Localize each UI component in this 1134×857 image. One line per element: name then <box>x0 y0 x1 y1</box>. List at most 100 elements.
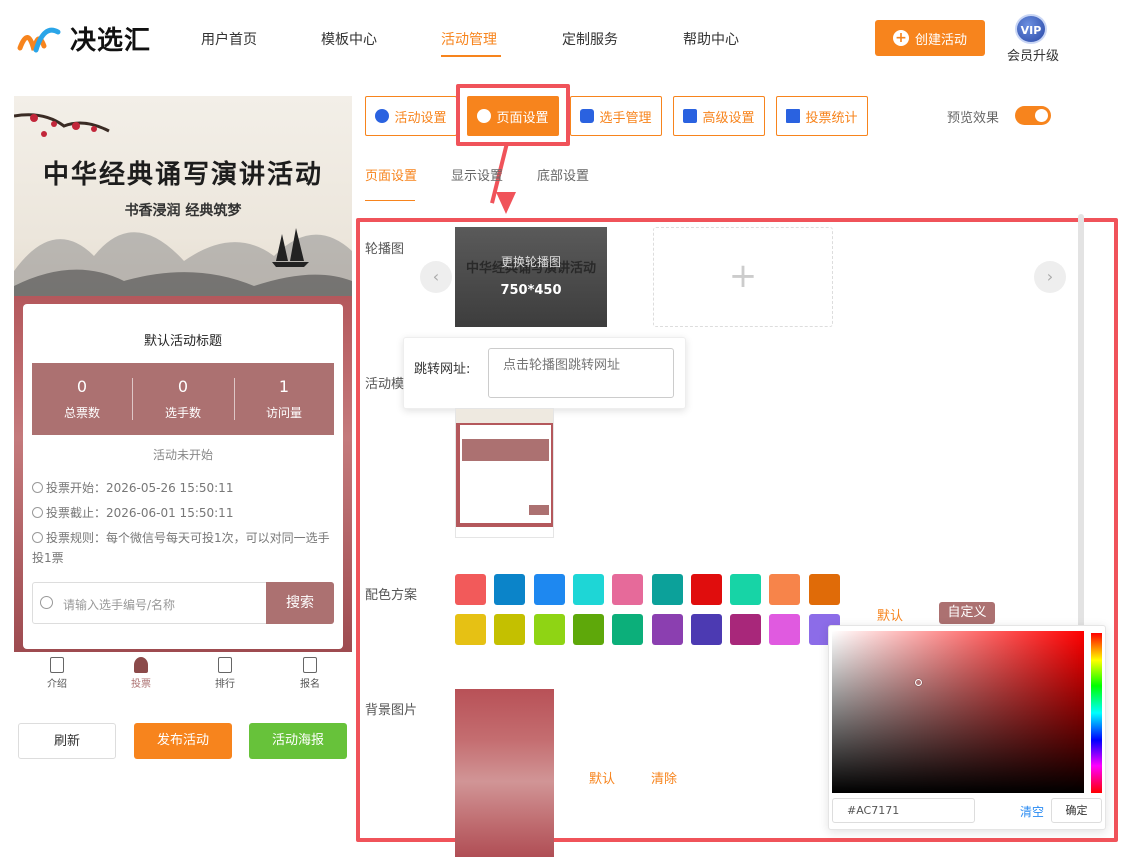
tabbar-signup[interactable]: 报名 <box>280 657 340 690</box>
activity-status: 活动未开始 <box>152 448 213 462</box>
color-swatch[interactable] <box>690 574 722 605</box>
carousel-label: 轮播图 <box>365 242 405 257</box>
bar-chart-icon <box>786 109 801 123</box>
tab-advanced[interactable]: 高级设置 <box>673 96 765 136</box>
poster-button[interactable]: 活动海报 <box>249 723 347 759</box>
thumb-stats <box>462 439 549 461</box>
color-swatch[interactable] <box>494 614 526 645</box>
saturation-value-area[interactable] <box>832 631 1084 793</box>
tab-players[interactable]: 选手管理 <box>570 96 662 136</box>
preview-toggle-label: 预览效果 <box>947 111 1000 126</box>
scrollbar[interactable] <box>1078 214 1084 644</box>
tab-vote-stats[interactable]: 投票统计 <box>776 96 868 136</box>
color-swatch[interactable] <box>651 614 683 645</box>
activity-title: 默认活动标题 <box>143 334 222 349</box>
trash-icon[interactable] <box>613 236 625 248</box>
preview-toggle[interactable] <box>1015 106 1051 125</box>
color-swatch[interactable] <box>769 614 801 645</box>
vote-end-row: 投票截止：2026-06-01 15:50:11 <box>32 503 332 523</box>
tabbar-intro[interactable]: 介绍 <box>27 657 87 690</box>
vip-icon[interactable]: VIP <box>1015 14 1047 44</box>
vip-upgrade-label[interactable]: 会员升级 <box>1007 45 1059 64</box>
logo-icon <box>17 27 61 53</box>
color-swatch[interactable] <box>769 574 801 605</box>
clock-icon <box>32 532 43 543</box>
carousel-prev-icon[interactable]: ‹ <box>420 261 452 293</box>
tab-activity-settings-label: 活动设置 <box>394 110 447 126</box>
nav-home[interactable]: 用户首页 <box>201 29 257 49</box>
color-swatch[interactable] <box>612 574 644 605</box>
vote-start: 投票开始：2026-05-26 15:50:11 <box>46 481 234 495</box>
preview-banner: 中华经典诵写演讲活动 书香浸润 经典筑梦 <box>14 96 352 296</box>
clock-icon <box>32 507 43 518</box>
banner-title: 中华经典诵写演讲活动 <box>42 160 323 190</box>
create-activity-button[interactable]: + 创建活动 <box>875 20 985 56</box>
carousel-size: 750*450 <box>500 283 562 298</box>
color-cursor[interactable] <box>915 679 922 686</box>
create-activity-label: 创建活动 <box>914 32 967 48</box>
subtab-page[interactable]: 页面设置 <box>365 165 417 184</box>
picker-ok-button[interactable]: 确定 <box>1051 798 1102 823</box>
nav-activity[interactable]: 活动管理 <box>441 29 497 49</box>
hex-color-input[interactable]: #AC7171 <box>832 798 975 823</box>
users-icon <box>580 109 595 123</box>
change-carousel-label[interactable]: 更换轮播图 <box>455 253 607 270</box>
subtab-footer[interactable]: 底部设置 <box>537 165 589 184</box>
tab-advanced-label: 高级设置 <box>702 110 755 126</box>
color-swatch[interactable] <box>572 574 604 605</box>
color-swatch[interactable] <box>533 614 565 645</box>
search-placeholder: 请输入选手编号/名称 <box>63 598 176 612</box>
bg-default-link[interactable]: 默认 <box>589 768 615 787</box>
nav-help[interactable]: 帮助中心 <box>683 29 739 49</box>
color-default-link[interactable]: 默认 <box>877 605 903 624</box>
bg-image-label: 背景图片 <box>365 703 418 718</box>
search-icon <box>40 596 53 609</box>
template-thumbnail[interactable] <box>455 408 554 538</box>
color-swatch[interactable] <box>808 574 840 605</box>
search-button[interactable]: 搜索 <box>266 582 334 624</box>
tabbar-vote[interactable]: 投票 <box>111 657 171 690</box>
color-swatch[interactable] <box>651 574 683 605</box>
carousel-image[interactable]: 中华经典诵写演讲活动 更换轮播图 750*450 <box>455 227 607 327</box>
tab-activity-settings[interactable]: 活动设置 <box>365 96 457 136</box>
tabbar-rank[interactable]: 排行 <box>195 657 255 690</box>
color-swatch[interactable] <box>533 574 565 605</box>
color-scheme-label: 配色方案 <box>365 588 418 603</box>
color-swatch[interactable] <box>455 574 486 605</box>
stat-players-value: 0 <box>177 377 189 396</box>
stats-panel <box>32 363 334 435</box>
color-swatch[interactable] <box>572 614 604 645</box>
picker-clear-button[interactable]: 清空 <box>1020 803 1044 820</box>
brand-name: 决选汇 <box>70 26 152 56</box>
nav-templates[interactable]: 模板中心 <box>321 29 377 49</box>
color-swatch[interactable] <box>612 614 644 645</box>
nav-custom[interactable]: 定制服务 <box>562 29 618 49</box>
stat-total-votes-value: 0 <box>76 377 88 396</box>
jump-url-input[interactable] <box>488 348 674 398</box>
add-carousel-button[interactable]: + <box>653 227 833 327</box>
background-image[interactable] <box>455 689 554 857</box>
tabbar-rank-label: 排行 <box>215 679 235 690</box>
vote-rule-row: 投票规则：每个微信号每天可投1次，可以对同一选手投1票 <box>32 528 332 568</box>
color-swatch[interactable] <box>730 614 762 645</box>
nav-active-indicator <box>441 55 501 57</box>
bg-clear-link[interactable]: 清除 <box>651 768 677 787</box>
id-card-icon <box>303 657 317 673</box>
carousel-next-icon[interactable]: › <box>1034 261 1066 293</box>
star-icon <box>375 109 390 123</box>
jump-url-label: 跳转网址: <box>414 362 471 377</box>
bar-chart-icon <box>218 657 232 673</box>
color-swatch[interactable] <box>494 574 526 605</box>
publish-button[interactable]: 发布活动 <box>134 723 232 759</box>
plus-icon: + <box>892 30 909 46</box>
custom-color-button[interactable]: 自定义 <box>939 602 995 624</box>
banner-subtitle: 书香浸润 经典筑梦 <box>124 203 242 219</box>
color-swatch[interactable] <box>730 574 762 605</box>
clock-icon <box>32 482 43 493</box>
tabbar-signup-label: 报名 <box>300 679 320 690</box>
color-swatch[interactable] <box>455 614 486 645</box>
color-swatch[interactable] <box>690 614 722 645</box>
hue-slider[interactable] <box>1091 633 1102 793</box>
refresh-button[interactable]: 刷新 <box>18 723 116 759</box>
subtab-display[interactable]: 显示设置 <box>451 165 503 184</box>
